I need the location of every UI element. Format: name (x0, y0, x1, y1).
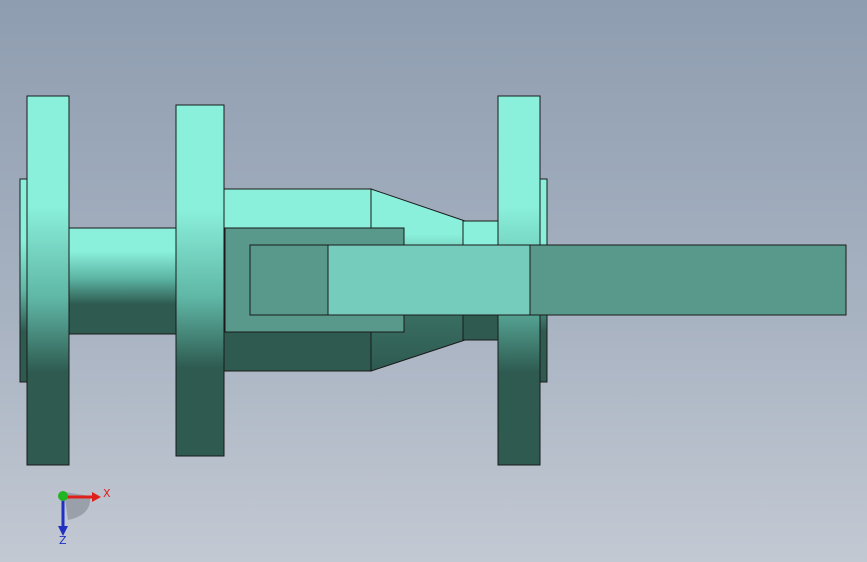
x-axis-label: X (103, 487, 111, 500)
flange-1 (26, 95, 70, 466)
rod-right-segment (529, 244, 847, 316)
model-drawing[interactable]: X Z (0, 0, 867, 562)
z-axis-label: Z (59, 534, 67, 547)
rod-middle-segment (327, 244, 531, 316)
3d-viewport[interactable]: X Z (0, 0, 867, 562)
axis-triad: X Z (58, 487, 111, 547)
rod-left-block (249, 244, 329, 316)
flange-2 (175, 104, 225, 457)
y-axis-dot-icon (58, 491, 68, 501)
x-arrowhead-icon (92, 492, 101, 502)
left-shaft (68, 227, 180, 335)
